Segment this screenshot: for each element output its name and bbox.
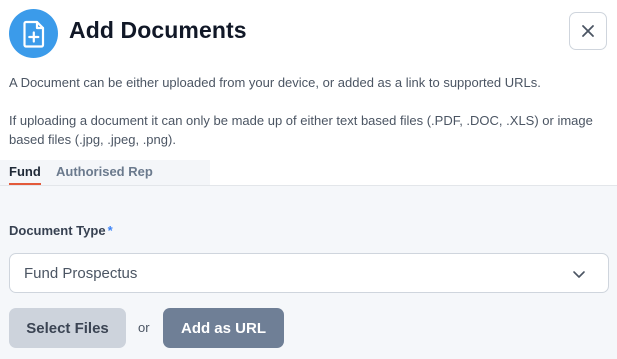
or-separator: or: [138, 320, 150, 335]
description-text: A Document can be either uploaded from y…: [9, 75, 541, 90]
document-type-label: Document Type *: [9, 223, 113, 238]
file-type-description: If uploading a document it can only be m…: [9, 113, 593, 147]
required-marker: *: [107, 223, 113, 238]
close-button[interactable]: [569, 12, 607, 50]
file-plus-icon: [9, 9, 58, 58]
form-panel: Document Type * Fund Prospectus Select Fi…: [0, 186, 617, 359]
add-as-url-button[interactable]: Add as URL: [163, 308, 284, 348]
document-type-value: Fund Prospectus: [24, 265, 138, 282]
chevron-down-icon: [573, 271, 585, 278]
tab-authorised-rep[interactable]: Authorised Rep: [56, 163, 153, 182]
document-type-select[interactable]: Fund Prospectus: [9, 253, 609, 293]
document-type-label-text: Document Type: [9, 223, 106, 238]
select-files-button[interactable]: Select Files: [9, 308, 126, 348]
dialog-title: Add Documents: [69, 17, 247, 43]
tab-fund[interactable]: Fund: [9, 163, 41, 185]
close-icon: [582, 25, 594, 37]
tab-bar: Fund Authorised Rep: [0, 160, 617, 186]
dialog-header: Add Documents: [0, 0, 617, 66]
